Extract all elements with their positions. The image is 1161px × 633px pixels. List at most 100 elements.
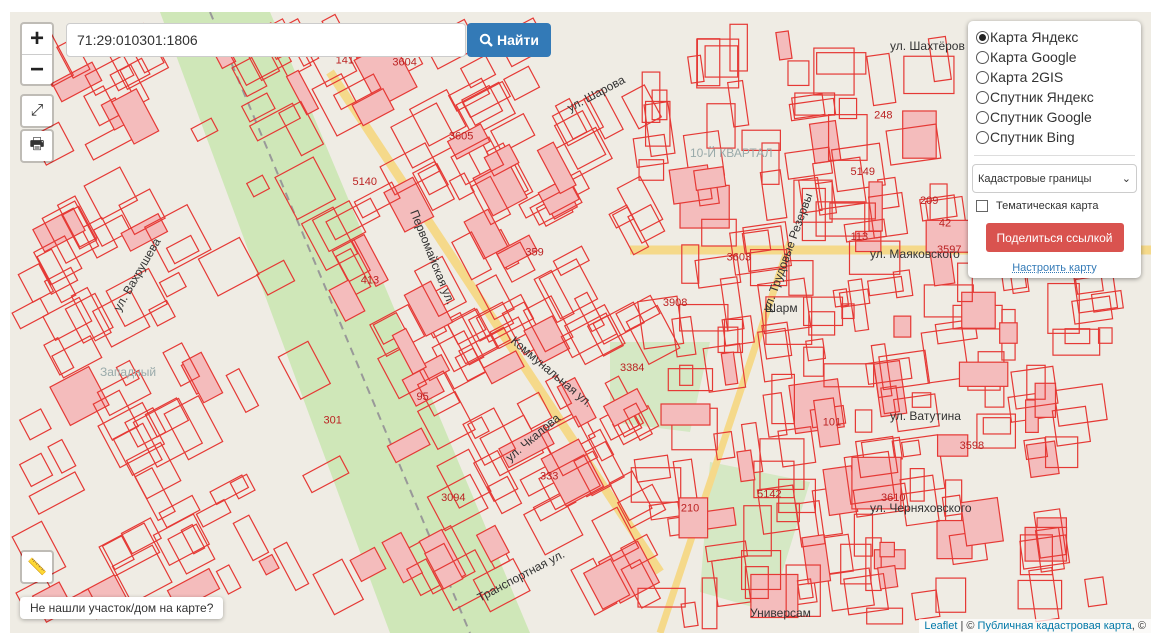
zoom-out-button[interactable]: − <box>22 54 52 84</box>
zoom-in-button[interactable]: + <box>22 24 52 54</box>
ruler-button[interactable]: 📏 <box>20 550 54 584</box>
search-icon <box>479 33 493 47</box>
park-area <box>160 12 530 633</box>
parcel-number: 413 <box>361 274 379 286</box>
parcel-number: 3597 <box>937 244 961 256</box>
parcel <box>1028 566 1060 623</box>
layer-option-label: Карта Яндекс <box>990 29 1079 45</box>
parcel-number: 5142 <box>757 488 781 500</box>
configure-map-link[interactable]: Настроить карту <box>976 262 1133 274</box>
parcel <box>796 578 814 600</box>
parcel <box>704 45 739 78</box>
fullscreen-button[interactable]: ⤢ <box>20 94 54 128</box>
ruler-icon: 📏 <box>27 559 47 576</box>
parcel <box>808 311 836 336</box>
find-button[interactable]: Найти <box>467 23 551 57</box>
attribution-sep: | © <box>957 620 978 632</box>
parcel <box>805 338 827 362</box>
parcel <box>808 119 842 164</box>
layer-option[interactable]: Спутник Bing <box>976 127 1133 147</box>
parcel-number: 301 <box>324 414 342 426</box>
parcel <box>866 52 897 107</box>
street-label: Универсам <box>750 606 811 620</box>
leaflet-link[interactable]: Leaflet <box>924 620 957 632</box>
parcel <box>775 30 793 61</box>
overlay-select[interactable]: Кадастровые границы ⌄ <box>972 164 1137 193</box>
parcel-number: 3610 <box>881 492 905 504</box>
parcel <box>1097 327 1113 344</box>
attribution: Leaflet | © Публичная кадастровая карта,… <box>919 619 1151 633</box>
parcel <box>47 438 77 474</box>
parcel <box>637 587 686 608</box>
layer-option[interactable]: Спутник Яндекс <box>976 87 1133 107</box>
parcel <box>28 471 86 516</box>
radio-button[interactable] <box>976 90 989 104</box>
layer-option[interactable]: Карта Яндекс <box>976 27 1133 47</box>
parcel-number: 209 <box>920 195 938 207</box>
parcel-number: 3908 <box>663 297 687 309</box>
parcel <box>225 367 260 414</box>
parcel <box>1053 383 1108 427</box>
parcel <box>232 514 270 562</box>
radio-button[interactable] <box>976 30 989 44</box>
parcel <box>633 454 672 483</box>
street-label: ул. Ватутина <box>890 409 961 423</box>
parcel <box>1064 328 1091 345</box>
parcel <box>627 203 666 244</box>
print-button[interactable]: 🖶 <box>20 129 54 163</box>
parcel <box>17 262 55 303</box>
radio-button[interactable] <box>976 50 989 64</box>
parcel <box>902 110 937 159</box>
parcel <box>165 234 200 265</box>
find-button-label: Найти <box>497 32 539 48</box>
parcel <box>482 350 525 385</box>
parcel <box>18 452 54 488</box>
radio-button[interactable] <box>976 110 989 124</box>
parcel <box>879 541 895 558</box>
thematic-map-checkbox[interactable]: Тематическая карта <box>976 200 1133 212</box>
layer-option[interactable]: Карта 2GIS <box>976 67 1133 87</box>
parcel-number: 101 <box>823 416 841 428</box>
parcel-number: 5149 <box>850 166 874 178</box>
parcel <box>909 468 925 502</box>
parcel <box>680 601 699 628</box>
attribution-tail: , © <box>1131 620 1146 632</box>
layer-option-label: Спутник Google <box>990 109 1092 125</box>
chevron-down-icon: ⌄ <box>1121 173 1131 185</box>
source-link[interactable]: Публичная кадастровая карта <box>978 620 1132 632</box>
parcel <box>999 322 1018 344</box>
layers-panel: Карта Яндекс Карта Google Карта 2GIS Спутни… <box>968 21 1141 278</box>
overlay-select-value: Кадастровые границы <box>978 172 1092 185</box>
parcel <box>801 534 832 585</box>
parcel <box>788 260 814 296</box>
parcel <box>120 517 163 555</box>
parcel <box>982 417 1012 435</box>
parcel <box>935 577 967 613</box>
parcel <box>163 395 224 461</box>
parcel <box>587 428 615 462</box>
checkbox-box[interactable] <box>976 200 988 212</box>
parcel-number: 95 <box>417 391 429 403</box>
parcel <box>536 141 577 195</box>
layer-option[interactable]: Карта Google <box>976 47 1133 67</box>
parcel <box>630 467 682 503</box>
parcel-number: 113 <box>851 231 869 243</box>
parcel <box>787 60 810 87</box>
cadastral-search-input[interactable] <box>66 23 466 57</box>
parcel <box>838 97 858 120</box>
parcel <box>1084 576 1108 608</box>
radio-button[interactable] <box>976 70 989 84</box>
radio-button[interactable] <box>976 130 989 144</box>
parcel <box>18 408 52 441</box>
street-label: ул. Шахтёров <box>890 39 965 53</box>
expand-icon: ⤢ <box>30 102 44 119</box>
parcel <box>958 361 1009 387</box>
layer-option[interactable]: Спутник Google <box>976 107 1133 127</box>
parcel <box>616 175 664 233</box>
not-found-button[interactable]: Не нашли участок/дом на карте? <box>20 597 224 619</box>
parcel <box>687 54 705 84</box>
layer-option-label: Спутник Bing <box>990 129 1075 145</box>
share-link-button[interactable]: Поделиться ссылкой <box>985 223 1124 252</box>
parcel <box>816 52 867 75</box>
parcel-number: 42 <box>939 217 951 229</box>
